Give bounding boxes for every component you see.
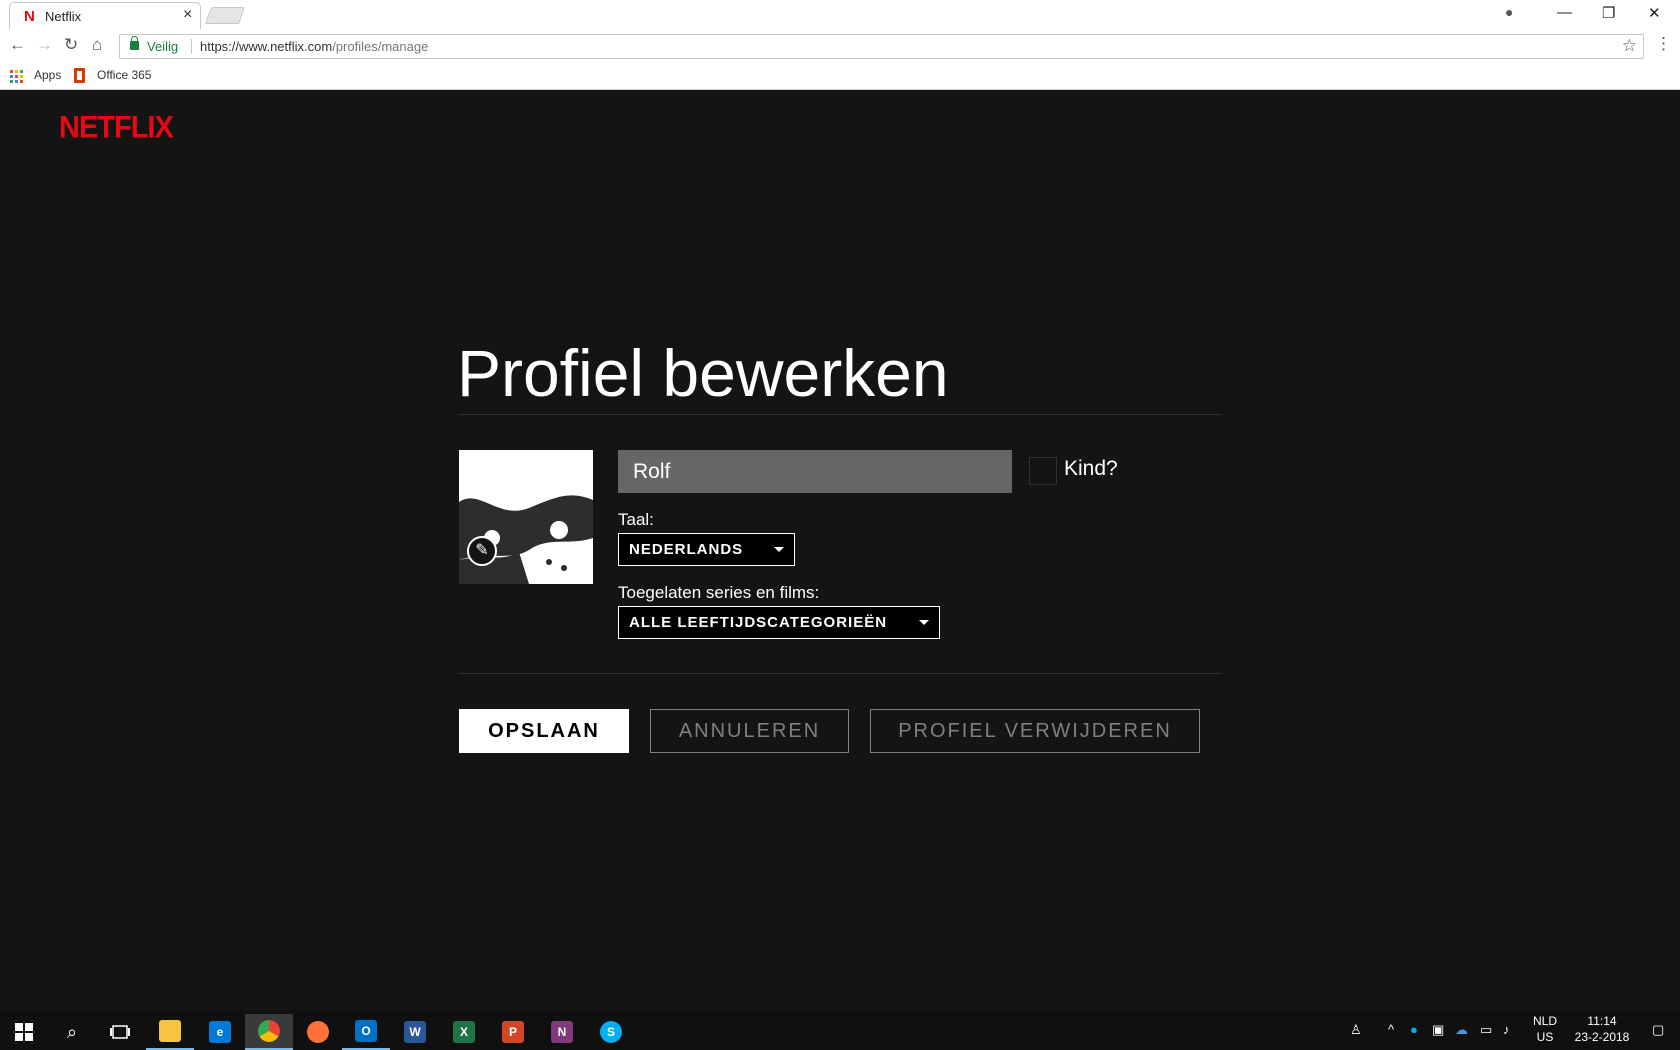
url-text[interactable]: https://www.netflix.com/profiles/manage — [200, 39, 428, 54]
language-value: NEDERLANDS — [629, 541, 744, 558]
minimize-icon[interactable]: — — [1557, 4, 1572, 21]
clock-date: 23-2-2018 — [1574, 1030, 1630, 1044]
restore-icon[interactable]: ❐ — [1602, 4, 1615, 22]
address-bar[interactable]: Veilig https://www.netflix.com/profiles/… — [119, 34, 1644, 59]
tab-close-icon[interactable]: × — [183, 6, 192, 24]
maturity-dropdown[interactable]: ALLE LEEFTIJDSCATEGORIEËN — [618, 606, 940, 639]
browser-toolbar: ← → ↻ ⌂ Veilig https://www.netflix.com/p… — [0, 29, 1680, 63]
chevron-down-icon — [774, 547, 784, 552]
onedrive-icon[interactable]: ☁ — [1455, 1022, 1468, 1038]
page-title: Profiel bewerken — [457, 336, 949, 410]
windows-start-icon[interactable] — [0, 1014, 48, 1050]
kid-label: Kind? — [1064, 457, 1118, 480]
netflix-logo[interactable]: NETFLIX — [59, 110, 174, 146]
maturity-value: ALLE LEEFTIJDSCATEGORIEËN — [629, 614, 888, 631]
bottom-divider — [459, 673, 1221, 674]
netflix-page: NETFLIX Profiel bewerken ✎ Kind? Taal: N… — [0, 90, 1680, 1010]
security-label: Veilig — [147, 39, 179, 54]
excel-icon[interactable]: X — [440, 1014, 488, 1050]
url-host: https://www.netflix.com — [200, 39, 333, 54]
clock-time: 11:14 — [1587, 1014, 1617, 1028]
action-center-icon[interactable]: ▢ — [1652, 1022, 1664, 1038]
edge-icon[interactable]: e — [196, 1014, 244, 1050]
profile-avatar[interactable]: ✎ — [459, 450, 593, 584]
chevron-down-icon — [919, 620, 929, 625]
task-view-icon[interactable] — [96, 1014, 144, 1050]
bookmark-star-icon[interactable]: ☆ — [1622, 36, 1637, 56]
people-icon[interactable]: ♙ — [1350, 1022, 1362, 1038]
word-icon[interactable]: W — [391, 1014, 439, 1050]
chrome-icon[interactable] — [245, 1014, 293, 1050]
keyboard-layout: US — [1536, 1030, 1554, 1044]
language-code: NLD — [1532, 1014, 1557, 1028]
skype-icon[interactable]: S — [587, 1014, 635, 1050]
network-icon[interactable]: ▭ — [1480, 1022, 1492, 1038]
browser-tab-netflix[interactable]: N Netflix × — [9, 2, 201, 29]
show-hidden-icons-icon[interactable]: ^ — [1388, 1022, 1394, 1037]
bookmark-apps[interactable]: Apps — [34, 68, 61, 82]
office365-icon — [74, 68, 85, 83]
language-dropdown[interactable]: NEDERLANDS — [618, 533, 795, 566]
top-divider — [459, 414, 1221, 415]
back-icon[interactable]: ← — [9, 35, 26, 55]
new-tab-button[interactable] — [204, 7, 246, 24]
maturity-label: Toegelaten series en films: — [618, 583, 820, 602]
bookmark-office365[interactable]: Office 365 — [97, 68, 151, 82]
save-button[interactable]: OPSLAAN — [459, 709, 629, 753]
language-label: Taal: — [618, 510, 654, 529]
powerpoint-icon[interactable]: P — [489, 1014, 537, 1050]
url-path: /profiles/manage — [332, 39, 429, 54]
file-explorer-icon[interactable] — [146, 1014, 194, 1050]
profile-name-input[interactable] — [618, 450, 1012, 493]
user-profile-icon[interactable]: ● — [1505, 4, 1513, 20]
search-icon[interactable]: ⌕ — [48, 1014, 96, 1050]
browser-menu-icon[interactable]: ⋮ — [1655, 34, 1672, 54]
delete-profile-button[interactable]: PROFIEL VERWIJDEREN — [870, 709, 1200, 753]
windows-taskbar: ⌕ e O W X P N S ♙ ^ ● ▣ ☁ ▭ ♪ NLD US 11:… — [0, 1010, 1680, 1050]
browser-titlebar: N Netflix × ● — ❐ ✕ — [0, 0, 1680, 29]
onenote-icon[interactable]: N — [538, 1014, 586, 1050]
outlook-icon[interactable]: O — [342, 1014, 390, 1050]
close-window-icon[interactable]: ✕ — [1648, 4, 1661, 22]
bookmarks-bar: Apps Office 365 — [0, 63, 1680, 90]
firefox-icon[interactable] — [294, 1014, 342, 1050]
lock-icon — [130, 36, 139, 50]
language-indicator[interactable]: NLD US — [1530, 1013, 1560, 1045]
cancel-button[interactable]: ANNULEREN — [650, 709, 849, 753]
tab-title: Netflix — [45, 9, 82, 24]
kid-checkbox[interactable] — [1029, 457, 1057, 485]
skype-tray-icon[interactable]: ● — [1410, 1022, 1418, 1037]
volume-icon[interactable]: ♪ — [1503, 1022, 1510, 1037]
device-tray-icon[interactable]: ▣ — [1432, 1022, 1444, 1038]
edit-pencil-icon[interactable]: ✎ — [467, 536, 497, 566]
forward-icon[interactable]: → — [36, 35, 53, 55]
home-icon[interactable]: ⌂ — [92, 35, 102, 55]
omnibox-separator — [191, 39, 192, 54]
system-clock[interactable]: 11:14 23-2-2018 — [1566, 1013, 1638, 1045]
netflix-favicon-icon: N — [24, 8, 35, 25]
reload-icon[interactable]: ↻ — [64, 35, 78, 55]
apps-grid-icon — [10, 70, 23, 83]
